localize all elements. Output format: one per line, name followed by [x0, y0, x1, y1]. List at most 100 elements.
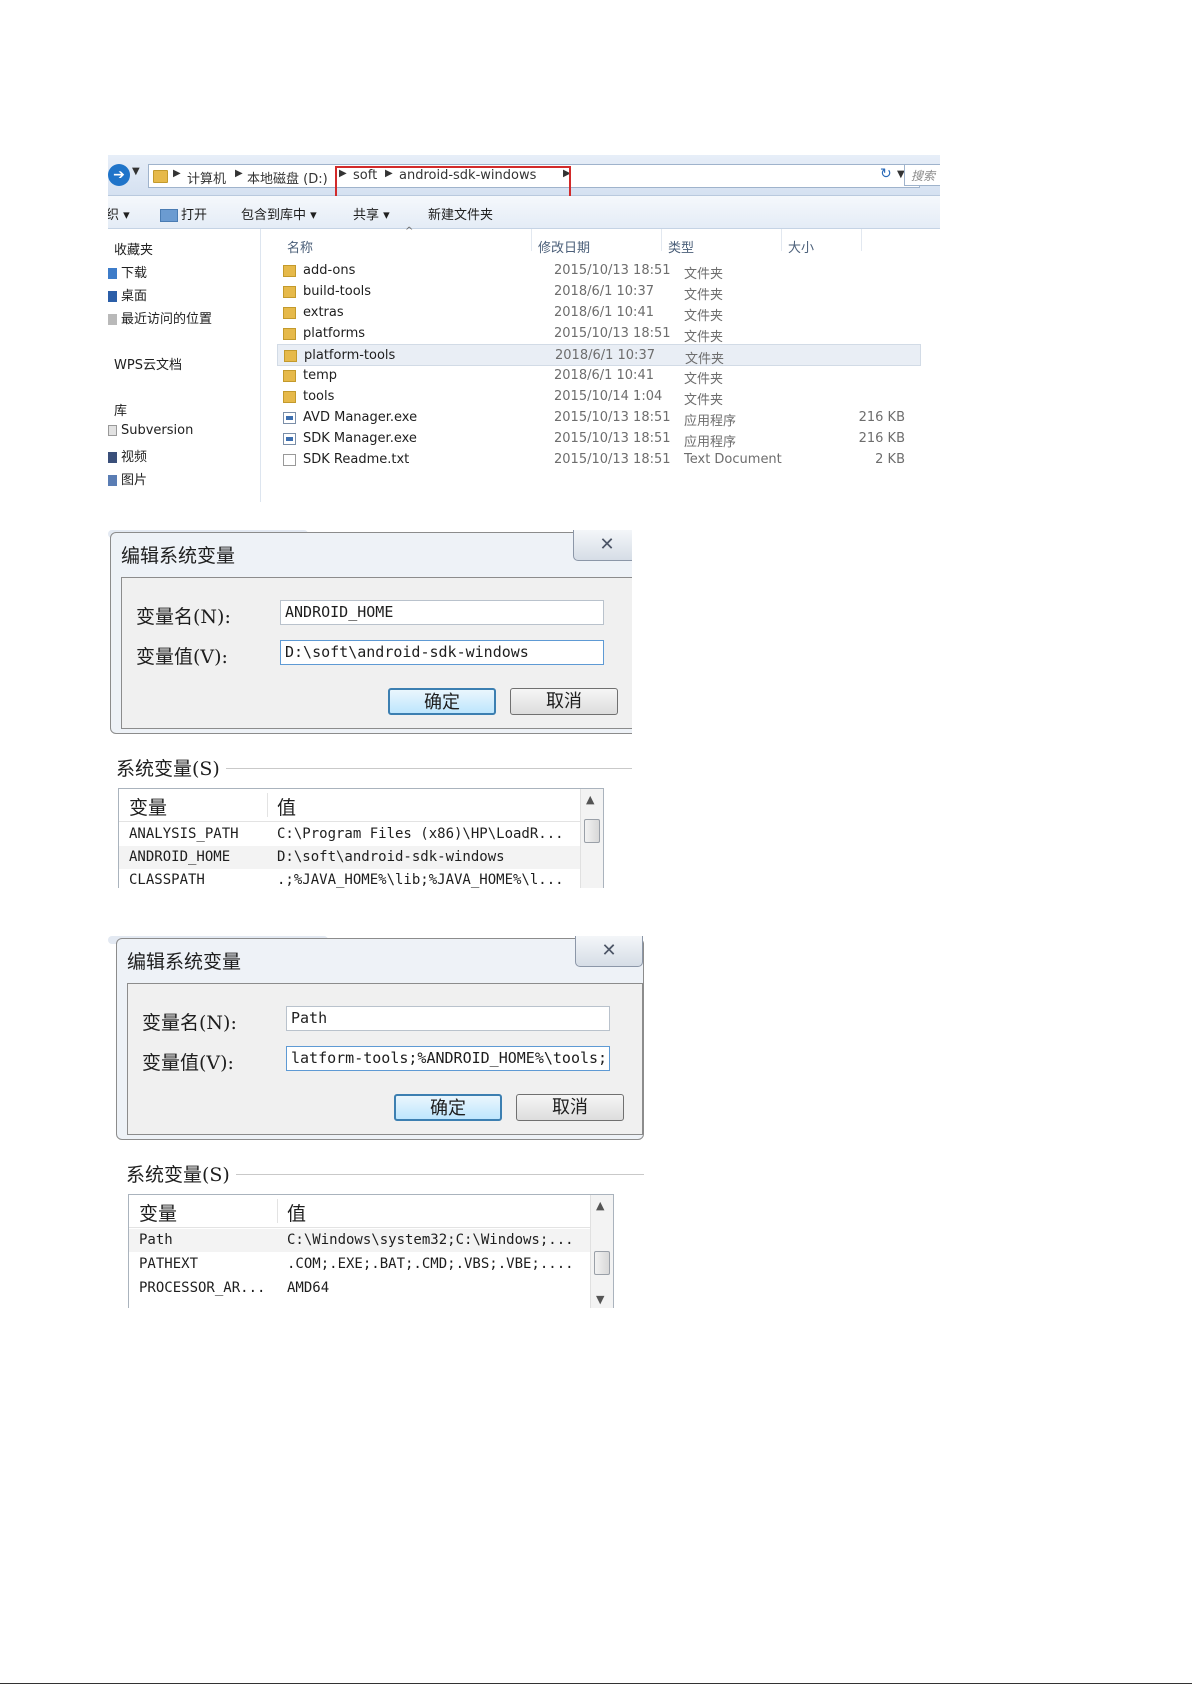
variable-cell: PATHEXT	[139, 1256, 199, 1272]
close-icon[interactable]: ✕	[575, 936, 643, 967]
open-folder-icon	[160, 209, 178, 222]
sidebar-item-recent[interactable]: 最近访问的位置	[108, 308, 212, 327]
cancel-button[interactable]: 取消	[510, 688, 618, 715]
page-bottom-rule	[0, 1683, 1192, 1684]
refresh-icon[interactable]: ↻	[880, 166, 892, 182]
favorites-header[interactable]: 收藏夹	[114, 239, 153, 258]
folder-icon	[283, 265, 296, 277]
scroll-down-icon[interactable]: ▼	[596, 1293, 604, 1306]
libraries-header[interactable]: 库	[114, 400, 127, 419]
column-header-value[interactable]: 值	[287, 1199, 306, 1226]
include-label: 包含到库中	[241, 208, 307, 223]
column-divider	[661, 229, 662, 251]
variable-cell: PROCESSOR_AR...	[139, 1280, 266, 1296]
value-cell: C:\Windows\system32;C:\Windows;...	[287, 1232, 574, 1248]
breadcrumb-computer[interactable]: 计算机	[187, 168, 226, 187]
column-header-date[interactable]: 修改日期	[538, 237, 590, 256]
organize-menu[interactable]: 织 ▾	[108, 204, 130, 223]
variable-value-label: 变量值(V):	[136, 646, 228, 668]
file-row[interactable]: platforms 2015/10/13 18:51 文件夹	[277, 323, 921, 345]
system-variables-table: 变量 值 ANALYSIS_PATH C:\Program Files (x86)…	[118, 788, 604, 888]
file-row[interactable]: SDK Readme.txt 2015/10/13 18:51 Text Docum…	[277, 449, 921, 471]
scroll-thumb[interactable]	[594, 1251, 610, 1275]
edit-variable-dialog-1: 编辑系统变量 ✕ 变量名(N): ANDROID_HOME 变量值(V): D:…	[108, 530, 632, 888]
file-type: 文件夹	[684, 309, 724, 324]
file-date: 2015/10/13 18:51	[554, 431, 671, 446]
open-button[interactable]: 打开	[160, 204, 207, 223]
dialog-title: 编辑系统变量	[127, 951, 242, 973]
dialog-title: 编辑系统变量	[121, 545, 236, 567]
share-menu[interactable]: 共享 ▾	[353, 204, 390, 223]
sidebar-item-videos[interactable]: 视频	[108, 446, 147, 465]
dialog-frame: 编辑系统变量 ✕ 变量名(N): Path latform-tools;%AND…	[116, 936, 644, 1140]
sidebar-item-label: 视频	[121, 450, 148, 465]
sidebar-item-pictures[interactable]: 图片	[108, 469, 147, 488]
column-header-variable[interactable]: 变量	[129, 793, 167, 820]
file-row[interactable]: temp 2018/6/1 10:41 文件夹	[277, 365, 921, 387]
scroll-up-icon[interactable]: ▲	[596, 1199, 604, 1212]
recent-places-icon	[108, 314, 117, 325]
new-folder-button[interactable]: 新建文件夹	[428, 204, 493, 223]
library-icon	[108, 425, 117, 436]
sidebar-item-desktop[interactable]: 桌面	[108, 285, 147, 304]
close-icon[interactable]: ✕	[573, 530, 632, 561]
file-row[interactable]: SDK Manager.exe 2015/10/13 18:51 应用程序 216 K…	[277, 428, 921, 450]
search-input[interactable]: 搜索	[904, 164, 940, 186]
table-row[interactable]: Path C:\Windows\system32;C:\Windows;...	[129, 1229, 599, 1252]
folder-icon	[283, 370, 296, 382]
scrollbar[interactable]: ▲ ▼	[590, 1195, 613, 1308]
value-cell: D:\soft\android-sdk-windows	[277, 849, 505, 865]
file-name: platforms	[303, 326, 366, 341]
file-name: build-tools	[303, 284, 372, 299]
scroll-up-icon[interactable]: ▲	[586, 793, 594, 806]
file-type: 文件夹	[684, 330, 724, 345]
history-dropdown-icon[interactable]: ▼	[132, 166, 140, 177]
variable-value-input[interactable]: latform-tools;%ANDROID_HOME%\tools;	[286, 1046, 610, 1071]
exe-icon	[283, 433, 296, 445]
file-row[interactable]: AVD Manager.exe 2015/10/13 18:51 应用程序 216 K…	[277, 407, 921, 429]
table-row[interactable]: PATHEXT .COM;.EXE;.BAT;.CMD;.VBS;.VBE;...…	[129, 1253, 599, 1276]
variable-name-label: 变量名(N):	[142, 1012, 237, 1034]
variable-cell: CLASSPATH	[129, 872, 205, 888]
file-row[interactable]: add-ons 2015/10/13 18:51 文件夹	[277, 260, 921, 282]
include-in-library-menu[interactable]: 包含到库中 ▾	[241, 204, 317, 223]
column-header-name[interactable]: 名称	[287, 237, 313, 256]
file-name: extras	[303, 305, 344, 320]
file-row[interactable]: extras 2018/6/1 10:41 文件夹	[277, 302, 921, 324]
table-row[interactable]: ANDROID_HOME D:\soft\android-sdk-windows	[119, 846, 589, 869]
sidebar-item-subversion[interactable]: Subversion	[108, 423, 193, 438]
ok-button[interactable]: 确定	[388, 688, 496, 715]
picture-icon	[108, 475, 117, 486]
file-size: 2 KB	[875, 452, 905, 467]
scroll-thumb[interactable]	[584, 819, 600, 843]
file-date: 2015/10/13 18:51	[554, 263, 671, 278]
variable-value-input[interactable]: D:\soft\android-sdk-windows	[280, 640, 604, 665]
file-row[interactable]: tools 2015/10/14 1:04 文件夹	[277, 386, 921, 408]
file-date: 2015/10/14 1:04	[554, 389, 663, 404]
file-date: 2018/6/1 10:41	[554, 368, 654, 383]
cancel-button[interactable]: 取消	[516, 1094, 624, 1121]
ok-button[interactable]: 确定	[394, 1094, 502, 1121]
back-icon[interactable]: ➔	[108, 164, 130, 186]
variable-name-input[interactable]: Path	[286, 1006, 610, 1031]
table-row[interactable]: ANALYSIS_PATH C:\Program Files (x86)\HP\L…	[119, 823, 589, 846]
organize-label: 织	[108, 208, 120, 223]
file-row[interactable]: platform-tools 2018/6/1 10:37 文件夹	[277, 344, 921, 367]
column-header-type[interactable]: 类型	[668, 237, 694, 256]
file-date: 2018/6/1 10:37	[554, 284, 654, 299]
file-type: 应用程序	[684, 435, 737, 450]
sidebar-item-wps[interactable]: WPS云文档	[114, 354, 182, 373]
file-name: platform-tools	[304, 348, 396, 363]
column-divider	[861, 229, 862, 251]
breadcrumb-local-disk[interactable]: 本地磁盘 (D:)	[247, 168, 328, 187]
file-row[interactable]: build-tools 2018/6/1 10:37 文件夹	[277, 281, 921, 303]
column-header-value[interactable]: 值	[277, 793, 296, 820]
column-header-size[interactable]: 大小	[788, 237, 814, 256]
scrollbar[interactable]: ▲	[580, 789, 603, 888]
folder-icon	[283, 391, 296, 403]
variable-name-input[interactable]: ANDROID_HOME	[280, 600, 604, 625]
table-row[interactable]: PROCESSOR_AR... AMD64	[129, 1277, 599, 1300]
sidebar-item-downloads[interactable]: 下载	[108, 262, 147, 281]
column-header-variable[interactable]: 变量	[139, 1199, 177, 1226]
table-row[interactable]: CLASSPATH .;%JAVA_HOME%\lib;%JAVA_HOME%\l…	[119, 869, 589, 888]
